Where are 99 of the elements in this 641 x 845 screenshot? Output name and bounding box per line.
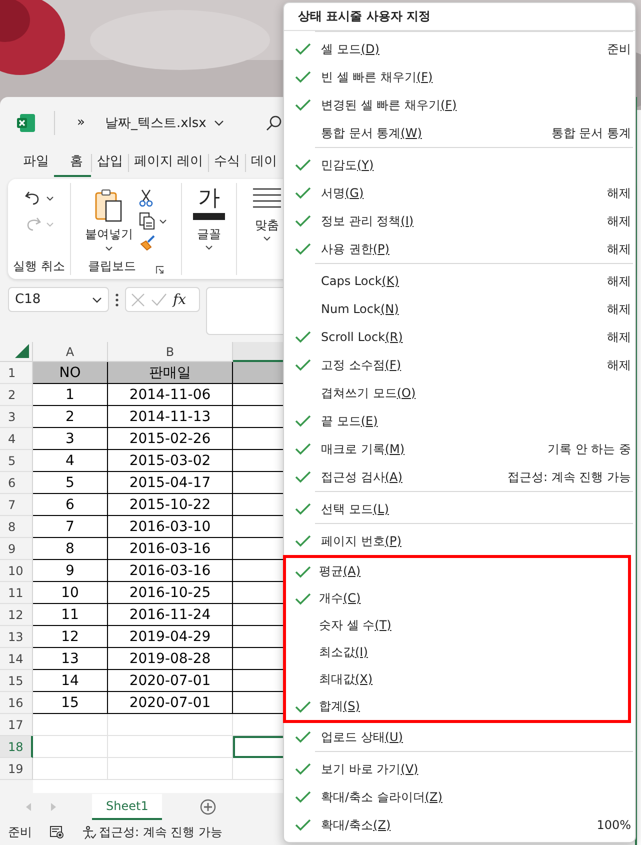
accessibility-status[interactable]: 접근성: 계속 진행 가능 [99,824,222,841]
group-label: 클립보드 [88,258,136,275]
table-cell: 8 [33,538,108,560]
row-header[interactable]: 19 [0,758,33,780]
table-cell: 13 [33,648,108,670]
menu-item[interactable]: 매크로 기록(M) 기록 안 하는 중 [284,435,635,463]
column-header[interactable]: B [108,342,233,362]
menu-item[interactable]: 선택 모드(L) [284,495,635,523]
menu-item[interactable]: 민감도(Y) [284,151,635,179]
menu-item[interactable]: Caps Lock(K) 해제 [284,267,635,295]
table-cell: 4 [33,450,108,472]
menu-item[interactable]: 고정 소수점(F) 해제 [284,351,635,379]
table-cell: 2015-04-17 [108,472,233,494]
menu-item[interactable]: Num Lock(N) 해제 [284,295,635,323]
table-cell: 2020-07-01 [108,670,233,692]
paste-button[interactable]: 붙여넣기 [85,189,133,251]
insert-function-button[interactable]: fx [173,292,186,308]
file-name[interactable]: 날짜_텍스트.xlsx [104,114,206,132]
menu-item[interactable]: Scroll Lock(R) 해제 [284,323,635,351]
table-cell: NO [33,362,108,384]
row-header[interactable]: 10 [0,560,33,582]
ribbon-tab[interactable]: 삽입 [92,148,128,177]
table-cell: 2015-10-22 [108,494,233,516]
menu-item[interactable]: 합계(S) [286,693,628,720]
menu-item[interactable]: 최대값(X) [286,666,628,693]
table-cell: 1 [33,384,108,406]
row-header[interactable]: 16 [0,692,33,714]
ribbon-tab[interactable]: 페이지 레이 [129,148,208,177]
menu-item[interactable]: 사용 권한(P) 해제 [284,235,635,263]
table-cell: 2014-11-13 [108,406,233,428]
alignment-button[interactable]: 맞춤 [252,183,282,241]
table-cell: 2016-11-24 [108,604,233,626]
menu-item[interactable]: 서명(G) 해제 [284,179,635,207]
status-mode: 준비 [8,824,32,841]
menu-item[interactable]: 개수(C) [286,585,628,612]
table-cell: 2019-04-29 [108,626,233,648]
row-header[interactable]: 11 [0,582,33,604]
menu-item[interactable]: 업로드 상태(U) [284,723,635,751]
table-cell: 2016-03-10 [108,516,233,538]
table-cell: 2015-03-02 [108,450,233,472]
row-header[interactable]: 7 [0,494,33,516]
table-cell: 11 [33,604,108,626]
menu-item[interactable]: 확대/축소(Z) 100% [284,811,635,839]
name-box[interactable]: C18 [8,287,109,312]
menu-item[interactable]: 정보 관리 정책(I) 해제 [284,207,635,235]
ribbon-tab[interactable]: 수식 [209,148,246,177]
menu-item[interactable]: 숫자 셀 수(T) [286,612,628,639]
row-header[interactable]: 17 [0,714,33,736]
menu-title: 상태 표시줄 사용자 지정 [284,3,635,31]
menu-item[interactable]: 통합 문서 통계(W) 통합 문서 통계 [284,119,635,147]
row-header[interactable]: 2 [0,384,33,406]
row-header[interactable]: 12 [0,604,33,626]
row-header[interactable]: 15 [0,670,33,692]
table-cell: 2016-03-16 [108,560,233,582]
table-cell: 5 [33,472,108,494]
sheet-tab[interactable]: Sheet1 [92,794,162,820]
table-cell: 판매일 [108,362,233,384]
overflow-button[interactable]: » [77,115,85,130]
table-cell: 10 [33,582,108,604]
menu-item[interactable]: 겹쳐쓰기 모드(O) [284,379,635,407]
table-cell: 2 [33,406,108,428]
menu-item[interactable]: 빈 셀 빠른 채우기(F) [284,63,635,91]
row-header[interactable]: 3 [0,406,33,428]
row-header[interactable]: 5 [0,450,33,472]
table-cell: 2016-10-25 [108,582,233,604]
row-header[interactable]: 6 [0,472,33,494]
table-cell: 3 [33,428,108,450]
column-header[interactable]: A [33,342,108,362]
table-cell: 2016-03-16 [108,538,233,560]
menu-item[interactable]: 보기 바로 가기(V) [284,755,635,783]
table-cell: 6 [33,494,108,516]
menu-item[interactable]: 최소값(I) [286,639,628,666]
font-button[interactable]: 가 글꼴 [193,183,225,250]
row-header[interactable]: 4 [0,428,33,450]
table-cell: 9 [33,560,108,582]
table-cell: 14 [33,670,108,692]
menu-item[interactable]: 페이지 번호(P) [284,527,635,555]
table-cell: 7 [33,516,108,538]
table-cell: 15 [33,692,108,714]
row-header[interactable]: 13 [0,626,33,648]
menu-item[interactable]: 끝 모드(E) [284,407,635,435]
menu-item[interactable]: 변경된 셀 빠른 채우기(F) [284,91,635,119]
row-header[interactable]: 1 [0,362,33,384]
row-header[interactable]: 14 [0,648,33,670]
row-header[interactable]: 18 [0,736,33,758]
table-cell: 2014-11-06 [108,384,233,406]
table-cell: 2019-08-28 [108,648,233,670]
table-cell: 2020-07-01 [108,692,233,714]
menu-item[interactable]: 확대/축소 슬라이더(Z) [284,783,635,811]
row-header[interactable]: 8 [0,516,33,538]
group-label: 실행 취소 [13,258,65,275]
menu-item[interactable]: 평균(A) [286,558,628,585]
menu-item[interactable]: 접근성 검사(A) 접근성: 계속 진행 가능 [284,463,635,491]
menu-item[interactable]: 셀 모드(D) 준비 [284,35,635,63]
ribbon-tab[interactable]: 파일 [18,148,54,177]
row-header[interactable]: 9 [0,538,33,560]
table-cell: 12 [33,626,108,648]
table-cell: 2015-02-26 [108,428,233,450]
ribbon-tab[interactable]: 데이 [246,148,282,177]
